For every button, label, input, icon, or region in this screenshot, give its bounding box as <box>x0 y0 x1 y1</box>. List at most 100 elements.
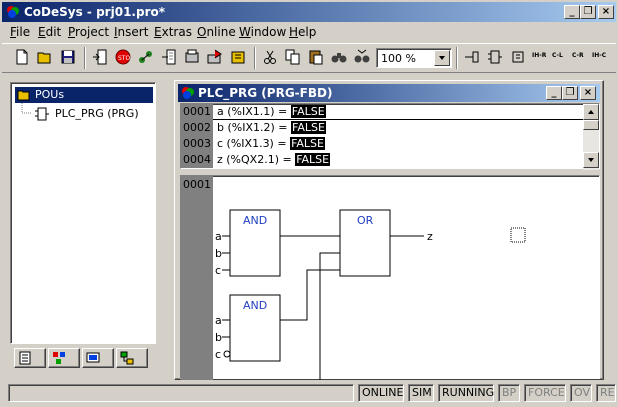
fbd-c-l-button[interactable]: C-L <box>551 47 571 69</box>
status-sim: SIM <box>408 384 434 402</box>
decl-line-number: 0003 <box>181 136 213 152</box>
save-button[interactable] <box>58 47 80 69</box>
find-button[interactable] <box>329 47 351 69</box>
toolbar: STOP 100 % IH- <box>2 43 616 73</box>
tab-pous[interactable] <box>14 348 46 368</box>
declaration-editor[interactable]: 0001 a (%IX1.1) = FALSE 0002 b (%IX1.2) … <box>180 103 600 170</box>
editor-title-bar[interactable]: PLC_PRG (PRG-FBD) _ ❐ × <box>178 84 600 102</box>
input-a-1[interactable]: a <box>215 230 222 243</box>
fbd-assign-icon <box>512 51 524 63</box>
input-b-1[interactable]: b <box>215 247 222 260</box>
input-button[interactable] <box>462 47 484 69</box>
decl-line[interactable]: a (%IX1.1) = FALSE <box>217 104 326 119</box>
scroll-up-button[interactable] <box>583 104 599 120</box>
reset-icon <box>185 49 199 63</box>
minimize-button[interactable]: _ <box>564 5 580 19</box>
editor-close-button[interactable]: × <box>580 86 596 100</box>
pou-tree[interactable]: POUs PLC_PRG (PRG) <box>10 82 156 344</box>
new-file-button[interactable] <box>12 47 34 69</box>
new-file-icon <box>16 49 28 65</box>
menu-project[interactable]: Project <box>68 25 109 39</box>
fbd-input-icon <box>465 51 479 63</box>
run-icon <box>139 51 152 63</box>
zoom-dropdown-button[interactable] <box>434 50 450 66</box>
login-icon <box>93 49 107 65</box>
status-bar: ONLINE SIM RUNNING BP FORCE OV READ <box>2 382 616 404</box>
write-values-button[interactable] <box>205 47 227 69</box>
box-button[interactable] <box>485 47 507 69</box>
editor-minimize-button[interactable]: _ <box>546 86 562 100</box>
fbd-ih-r-button[interactable]: IH-R <box>531 47 551 69</box>
scroll-down-button[interactable] <box>583 152 599 168</box>
output-z[interactable]: z <box>427 230 433 243</box>
editor-restore-button[interactable]: ❐ <box>562 86 578 100</box>
restore-button[interactable]: ❐ <box>580 5 596 19</box>
scroll-thumb[interactable] <box>583 120 599 130</box>
status-force: FORCE <box>524 384 566 402</box>
or-block-label: OR <box>357 214 374 227</box>
find-next-button[interactable] <box>352 47 374 69</box>
menu-file[interactable]: File <box>10 25 30 39</box>
tree-item-pous[interactable]: POUs <box>15 87 153 103</box>
tab-visualizations[interactable] <box>82 348 114 368</box>
open-button[interactable] <box>35 47 57 69</box>
close-button[interactable]: × <box>598 5 614 19</box>
status-bp: BP <box>498 384 520 402</box>
paste-button[interactable] <box>306 47 328 69</box>
input-c-2[interactable]: c <box>215 348 221 361</box>
decl-line[interactable]: z (%QX2.1) = FALSE <box>217 152 331 167</box>
scissors-icon <box>264 50 276 64</box>
app-title-bar[interactable]: CoDeSys - prj01.pro* _ ❐ × <box>2 2 616 22</box>
fbd-c-r-button[interactable]: C-R <box>571 47 591 69</box>
decl-line[interactable]: c (%IX1.3) = FALSE <box>217 136 325 151</box>
input-c-1[interactable]: c <box>215 264 221 277</box>
zoom-select[interactable]: 100 % <box>376 48 452 68</box>
fbd-editor[interactable]: 0001 AND a b c OR z AND a b c <box>180 175 600 380</box>
login-button[interactable] <box>90 47 112 69</box>
open-folder-icon <box>37 52 51 64</box>
editor-title: PLC_PRG (PRG-FBD) <box>198 86 333 100</box>
tree-item-plc-prg[interactable]: PLC_PRG (PRG) <box>35 106 155 122</box>
insert-position-marker[interactable] <box>510 227 526 243</box>
negation-marker <box>223 350 231 358</box>
menu-extras[interactable]: Extras <box>154 25 192 39</box>
input-b-2[interactable]: b <box>215 331 222 344</box>
decl-scrollbar[interactable] <box>583 104 599 170</box>
chevron-down-icon <box>439 56 445 60</box>
network-number: 0001 <box>183 178 211 191</box>
menu-help[interactable]: Help <box>289 25 316 39</box>
cut-button[interactable] <box>260 47 282 69</box>
paste-clipboard-icon <box>309 50 323 65</box>
assignment-button[interactable] <box>508 47 530 69</box>
copy-button[interactable] <box>283 47 305 69</box>
reset-button[interactable] <box>182 47 204 69</box>
stop-button[interactable]: STOP <box>113 47 135 69</box>
and-block-1-label: AND <box>243 214 267 227</box>
menu-insert[interactable]: Insert <box>114 25 148 39</box>
var-value: FALSE <box>291 121 326 134</box>
decl-line[interactable]: b (%IX1.2) = FALSE <box>217 120 326 135</box>
tab-resources[interactable] <box>116 348 148 368</box>
menu-window[interactable]: Window <box>239 25 286 39</box>
decl-line-number: 0001 <box>181 104 213 120</box>
step-in-button[interactable] <box>159 47 181 69</box>
tab-data-types[interactable] <box>48 348 80 368</box>
binoculars-icon <box>331 53 347 63</box>
menu-online[interactable]: Online <box>197 25 236 39</box>
run-button[interactable] <box>136 47 158 69</box>
and-block-2-label: AND <box>243 299 267 312</box>
network-gutter <box>181 176 213 380</box>
fbd-ih-c-label: IH-C <box>592 52 607 59</box>
var-value: FALSE <box>295 153 331 166</box>
status-ov: OV <box>570 384 592 402</box>
fbd-ih-c-button[interactable]: IH-C <box>591 47 613 69</box>
copy-icon <box>285 49 300 65</box>
force-values-button[interactable] <box>228 47 250 69</box>
fbd-pou-icon <box>35 107 49 121</box>
fbd-network[interactable]: AND a b c OR z AND a b c <box>213 176 599 380</box>
arrow-up-icon <box>588 110 594 114</box>
input-a-2[interactable]: a <box>215 314 222 327</box>
data-types-icon <box>53 352 65 364</box>
menu-edit[interactable]: Edit <box>38 25 61 39</box>
editor-window[interactable]: PLC_PRG (PRG-FBD) _ ❐ × 0001 a (%IX1.1) … <box>174 80 604 380</box>
